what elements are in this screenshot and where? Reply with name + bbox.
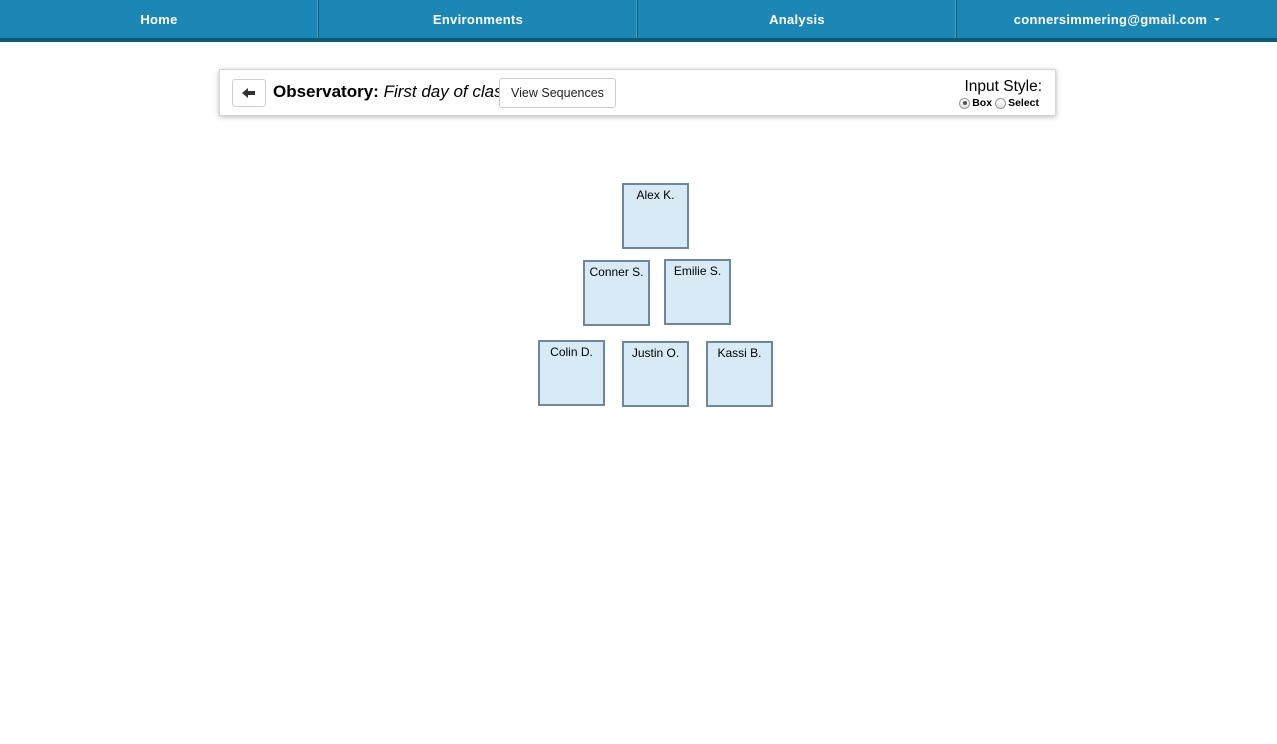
nav-analysis[interactable]: Analysis [638, 0, 957, 38]
nav-home-label: Home [140, 11, 178, 27]
arrow-left-icon [242, 88, 255, 98]
observatory-name: First day of class [383, 82, 512, 101]
title-label: Observatory: [273, 82, 379, 101]
seat-alex-k[interactable]: Alex K. [622, 183, 689, 249]
nav-home[interactable]: Home [0, 0, 319, 38]
radio-select-label: Select [1008, 97, 1039, 109]
page-title: Observatory: First day of class [273, 82, 511, 102]
view-sequences-button[interactable]: View Sequences [499, 78, 616, 108]
back-button[interactable] [232, 79, 266, 107]
seat-colin-d[interactable]: Colin D. [538, 340, 605, 406]
seat-justin-o[interactable]: Justin O. [622, 341, 689, 407]
observatory-toolbar: Observatory: First day of class View Seq… [219, 69, 1056, 116]
seat-conner-s[interactable]: Conner S. [583, 260, 650, 326]
seat-kassi-b[interactable]: Kassi B. [706, 341, 773, 407]
input-style-options: Box Select [959, 97, 1042, 109]
nav-analysis-label: Analysis [769, 11, 825, 27]
caret-down-icon [1214, 17, 1221, 21]
nav-environments[interactable]: Environments [319, 0, 638, 38]
nav-user-menu[interactable]: connersimmering@gmail.com [957, 0, 1277, 38]
radio-box-label: Box [972, 97, 993, 109]
radio-select[interactable] [995, 97, 1007, 109]
nav-environments-label: Environments [432, 11, 524, 27]
input-style-label: Input Style: [964, 78, 1042, 95]
top-navbar: Home Environments Analysis connersimmeri… [0, 0, 1277, 42]
user-email: connersimmering@gmail.com [1013, 11, 1208, 27]
seat-emilie-s[interactable]: Emilie S. [664, 259, 731, 325]
radio-box[interactable] [959, 97, 971, 109]
